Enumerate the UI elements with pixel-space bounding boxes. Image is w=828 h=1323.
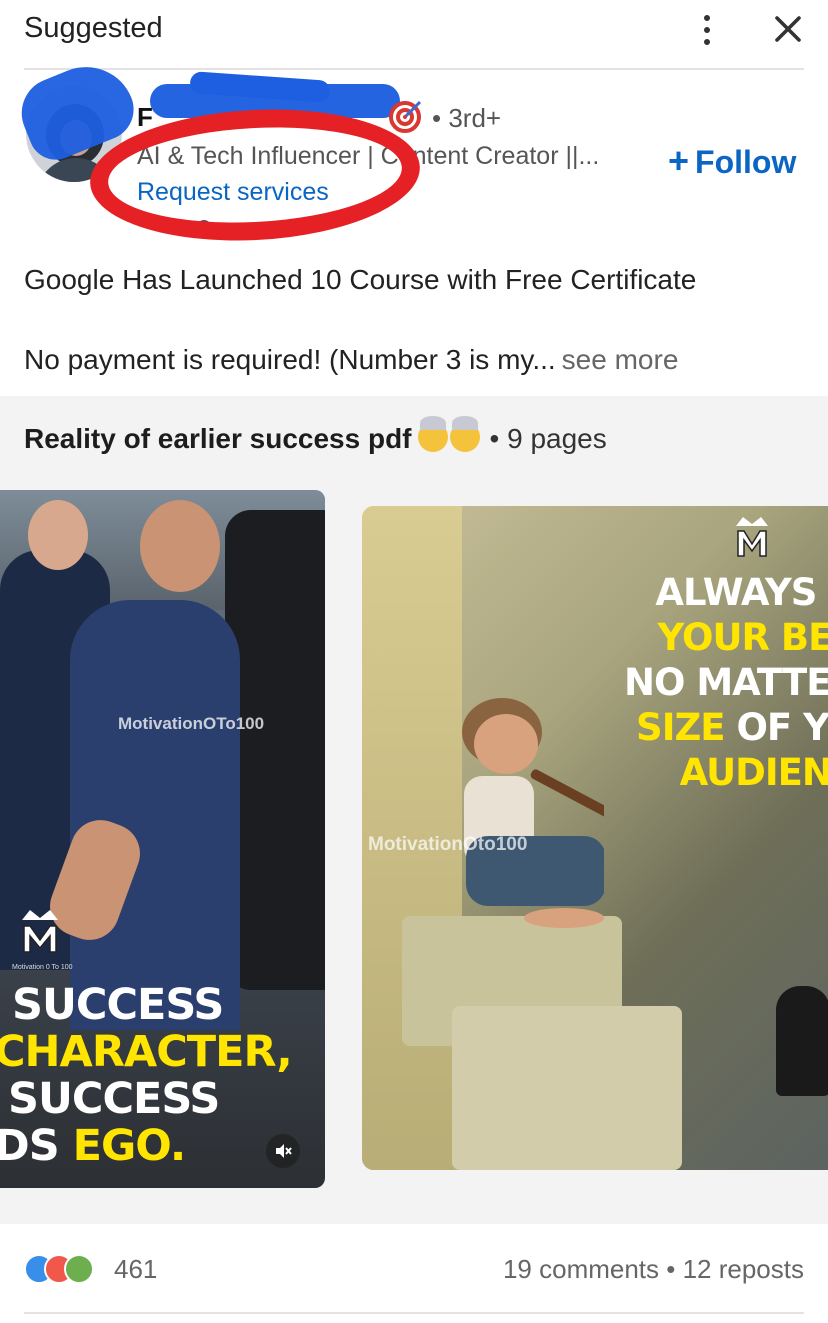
suggested-header: Suggested	[0, 0, 828, 68]
quote-line: EGO.	[72, 1121, 187, 1171]
exploding-head-emoji-icon	[417, 416, 448, 452]
post-text-line: Google Has Launched 10 Course with Free …	[24, 264, 697, 295]
quote-text: SUCCESS CHARACTER, SUCCESS DS EGO.	[0, 980, 293, 1171]
quote-line: NO MATTER	[624, 661, 828, 704]
document-title: Reality of earlier success pdf • 9 pages	[24, 416, 607, 455]
watermark-text: MotivationOTo100	[118, 714, 265, 733]
document-title-text: Reality of earlier success pdf	[24, 423, 412, 454]
document-page-1[interactable]: MotivationOTo100 Motivation 0 To 100 SUC…	[0, 490, 325, 1188]
crown-logo-icon	[22, 910, 58, 953]
quote-line: SIZE	[636, 706, 726, 749]
see-more-link[interactable]: see more	[562, 344, 679, 375]
crown-logo-icon	[736, 517, 768, 557]
logo-caption: Motivation 0 To 100	[12, 964, 73, 971]
quote-line: AUDIENC	[679, 751, 828, 794]
section-title: Suggested	[24, 12, 163, 44]
quote-text: ALWAYS D YOUR BES NO MATTER SIZE OF YO A…	[598, 570, 828, 795]
watermark-text: MotivationOto100	[368, 834, 528, 855]
boy-with-flute-illustration	[462, 698, 604, 928]
quote-line: OF YO	[736, 706, 828, 749]
quote-line: DS	[0, 1121, 73, 1171]
reaction-count[interactable]: 461	[114, 1254, 157, 1285]
exploding-head-emoji-icon	[449, 416, 480, 452]
connection-degree: • 3rd+	[432, 103, 502, 133]
follow-button[interactable]: + Follow	[668, 140, 796, 182]
quote-line: ALWAYS D	[655, 571, 828, 614]
page-count: • 9 pages	[489, 423, 607, 454]
quote-line: CHARACTER,	[0, 1027, 293, 1077]
quote-line: SUCCESS	[8, 1074, 220, 1124]
divider	[24, 1312, 804, 1314]
post-text-line: No payment is required! (Number 3 is my.…	[24, 344, 678, 376]
cat-figure	[776, 986, 828, 1096]
support-reaction-icon	[64, 1254, 94, 1284]
close-icon[interactable]	[770, 10, 806, 48]
quote-line: YOUR BES	[657, 616, 828, 659]
comments-reposts-count[interactable]: 19 comments • 12 reposts	[503, 1254, 804, 1285]
quote-line: SUCCESS	[12, 980, 224, 1030]
document-page-2[interactable]: MotivationOto100 ALWAYS D YOUR BES NO MA…	[362, 506, 828, 1170]
divider	[24, 68, 804, 70]
target-icon	[389, 100, 422, 133]
plus-icon: +	[668, 140, 690, 181]
more-vertical-icon[interactable]	[694, 10, 720, 50]
mute-icon[interactable]	[266, 1134, 300, 1168]
follow-label: Follow	[695, 144, 797, 180]
post-text-truncated: No payment is required! (Number 3 is my.…	[24, 344, 556, 375]
reactions-icons[interactable]	[24, 1250, 114, 1290]
